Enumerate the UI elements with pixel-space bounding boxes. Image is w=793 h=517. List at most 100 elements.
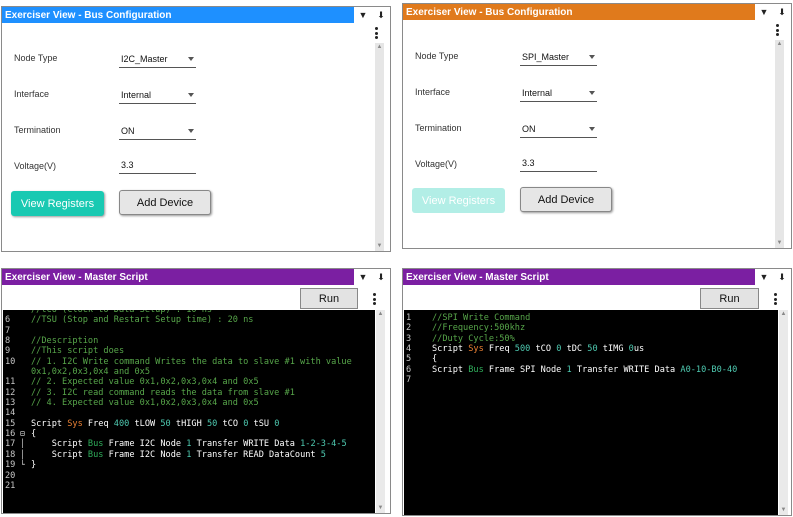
voltage-input[interactable]: 3.3 <box>119 159 196 174</box>
code-text: 0x1,0x2,0x3,0x4 and 0x5 <box>31 367 150 377</box>
fold-guide: │ <box>20 439 25 449</box>
code-token: Bus <box>87 439 104 450</box>
code-line[interactable]: 18 │ Script Bus Frame I2C Node 1 Transfer… <box>3 450 375 460</box>
code-text: // 2. Expected value 0x1,0x2,0x3,0x4 and… <box>31 377 259 387</box>
code-line[interactable]: 5{ <box>404 354 778 364</box>
vertical-scrollbar[interactable]: ▲ ▼ <box>376 310 385 513</box>
chevron-down-icon <box>188 129 194 133</box>
interface-value: Internal <box>522 88 553 98</box>
kebab-menu-icon[interactable] <box>369 292 379 306</box>
chevron-down-icon <box>188 57 194 61</box>
collapse-icon[interactable]: ⊟ <box>20 429 28 439</box>
code-line[interactable]: 6 //TSU (Stop and Restart Setup time) : 2… <box>3 315 375 325</box>
code-line[interactable]: 11 // 2. Expected value 0x1,0x2,0x3,0x4 a… <box>3 377 375 387</box>
scroll-up-icon[interactable]: ▲ <box>775 40 784 49</box>
script-editor[interactable]: 1//SPI Write Command 2//Frequency:500khz 3… <box>404 310 778 515</box>
termination-label: Termination <box>14 125 61 135</box>
code-line[interactable]: 21 <box>3 481 375 491</box>
node-type-select[interactable]: SPI_Master <box>520 51 597 66</box>
pin-icon[interactable]: ⬇ <box>773 4 791 20</box>
code-token: Script <box>31 449 88 460</box>
code-line[interactable]: 10 // 1. I2C Write command Writes the dat… <box>3 357 375 367</box>
run-button[interactable]: Run <box>700 288 759 309</box>
code-line[interactable]: 0x1,0x2,0x3,0x4 and 0x5 <box>3 367 375 377</box>
chevron-down-icon <box>589 55 595 59</box>
code-line[interactable]: 20 <box>3 471 375 481</box>
chevron-down-icon[interactable]: ▼ <box>354 269 372 285</box>
scroll-down-icon[interactable]: ▼ <box>775 239 784 248</box>
code-text: // 1. I2C Write command Writes the data … <box>31 357 352 367</box>
line-number: 12 <box>5 387 16 398</box>
code-text: // 4. Expected value 0x1,0x2,0x3,0x4 and… <box>31 398 259 408</box>
code-token: //SPI Write Command <box>432 313 531 323</box>
code-token: //TSU (Stop and Restart Setup time) : 20… <box>31 315 254 326</box>
code-line[interactable]: 2 //Frequency:500khz <box>404 323 778 333</box>
code-line[interactable]: 6 Script Bus Frame SPI Node 1 Transfer WR… <box>404 365 778 375</box>
code-line[interactable]: 1 //SPI Write Command <box>404 313 778 323</box>
code-line[interactable]: 8 //Description <box>3 336 375 346</box>
code-line[interactable]: 3 //Duty Cycle:50% <box>404 334 778 344</box>
pin-icon[interactable]: ⬇ <box>372 269 390 285</box>
code-text: Script Bus Frame I2C Node 1 Transfer REA… <box>31 450 326 460</box>
code-token: Transfer WRITE Data <box>191 439 301 450</box>
chevron-down-icon[interactable]: ▼ <box>755 4 773 20</box>
pin-icon[interactable]: ⬇ <box>372 7 390 23</box>
scroll-up-icon[interactable]: ▲ <box>375 43 384 52</box>
scroll-up-icon[interactable]: ▲ <box>779 310 788 319</box>
node-type-value: SPI_Master <box>522 52 570 62</box>
termination-select[interactable]: ON <box>119 125 196 140</box>
kebab-menu-icon[interactable] <box>371 26 381 40</box>
kebab-menu-icon[interactable] <box>770 292 780 306</box>
code-text: Script Sys Freq 500 tCO 0 tDC 50 tIMG 0u… <box>432 344 644 354</box>
code-line[interactable]: 9 //This script does <box>3 346 375 356</box>
code-token: Script <box>31 439 88 450</box>
code-line[interactable]: 17 │ Script Bus Frame I2C Node 1 Transfer… <box>3 439 375 449</box>
chevron-down-icon[interactable]: ▼ <box>755 269 773 285</box>
scroll-down-icon[interactable]: ▼ <box>376 504 385 513</box>
code-token: //Frequency:500khz <box>432 323 526 334</box>
line-number: 6 <box>406 364 412 375</box>
interface-select[interactable]: Internal <box>520 87 597 102</box>
code-text: } <box>31 460 36 470</box>
code-token: } <box>31 460 37 471</box>
code-line[interactable]: 4 Script Sys Freq 500 tCO 0 tDC 50 tIMG 0… <box>404 344 778 354</box>
scroll-down-icon[interactable]: ▼ <box>779 506 788 515</box>
code-token: // 3. I2C read command reads the data fr… <box>31 387 295 398</box>
voltage-input[interactable]: 3.3 <box>520 157 597 172</box>
script-editor[interactable]: //tCO (Clock to Data Setup) : 10 ns 6 //TS… <box>3 310 375 513</box>
code-token: { <box>432 354 438 365</box>
code-line[interactable]: 12 // 3. I2C read command reads the data … <box>3 388 375 398</box>
add-device-button[interactable]: Add Device <box>520 187 612 212</box>
vertical-scrollbar[interactable]: ▲ ▼ <box>775 40 784 248</box>
vertical-scrollbar[interactable]: ▲ ▼ <box>779 310 788 515</box>
code-line[interactable]: 16 ⊟{ <box>3 429 375 439</box>
bus-config-panel-right: Exerciser View - Bus Configuration ▼ ⬇ ▲… <box>402 3 792 249</box>
line-number: 7 <box>406 375 412 386</box>
code-token: //This script does <box>31 346 125 357</box>
scroll-up-icon[interactable]: ▲ <box>376 310 385 319</box>
kebab-menu-icon[interactable] <box>772 23 782 37</box>
title-bar: Exerciser View - Bus Configuration ▼ ⬇ <box>2 7 390 23</box>
code-line[interactable]: 14 <box>3 408 375 418</box>
line-number: 19 <box>5 460 16 471</box>
code-line[interactable]: 15 Script Sys Freq 400 tLOW 50 tHIGH 50 t… <box>3 419 375 429</box>
code-token: // 4. Expected value 0x1,0x2,0x3,0x4 and… <box>31 398 259 409</box>
code-line[interactable]: 19 └} <box>3 460 375 470</box>
pin-icon[interactable]: ⬇ <box>773 269 791 285</box>
vertical-scrollbar[interactable]: ▲ ▼ <box>375 43 384 251</box>
node-type-select[interactable]: I2C_Master <box>119 53 196 68</box>
code-text: { <box>31 429 36 439</box>
interface-select[interactable]: Internal <box>119 89 196 104</box>
code-token: 50 <box>587 344 598 355</box>
add-device-button[interactable]: Add Device <box>119 190 211 215</box>
run-button[interactable]: Run <box>300 288 358 309</box>
view-registers-button[interactable]: View Registers <box>11 191 104 216</box>
code-line[interactable]: 13 // 4. Expected value 0x1,0x2,0x3,0x4 a… <box>3 398 375 408</box>
scroll-down-icon[interactable]: ▼ <box>375 242 384 251</box>
code-line[interactable]: 7 <box>3 326 375 336</box>
view-registers-button[interactable]: View Registers <box>412 188 505 213</box>
code-line[interactable]: 7 <box>404 375 778 385</box>
code-token: 400 <box>113 418 130 429</box>
termination-select[interactable]: ON <box>520 123 597 138</box>
chevron-down-icon[interactable]: ▼ <box>354 7 372 23</box>
